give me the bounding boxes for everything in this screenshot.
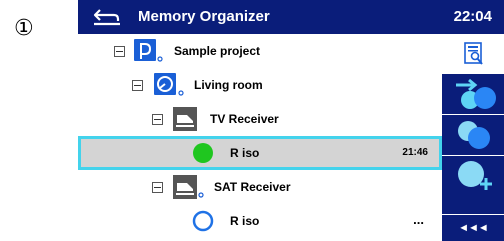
start-test-icon [456, 78, 496, 109]
header-bar: Memory Organizer 22:04 [78, 0, 504, 34]
step-marker: ① [14, 16, 34, 41]
collapse-sidebar-button[interactable]: ◄◄◄ [442, 215, 504, 241]
node-label: Sample project [174, 44, 261, 58]
measurement-time: 21:46 [402, 147, 428, 158]
node-label: R iso [230, 214, 260, 228]
clone-button[interactable] [442, 115, 504, 155]
tree-node-device[interactable]: SAT Receiver [78, 170, 442, 204]
start-test-button[interactable] [442, 74, 504, 114]
tree-node-measurement-selected[interactable]: R iso 21:46 [78, 136, 442, 170]
tree-node-measurement[interactable]: R iso ... [78, 204, 442, 238]
status-empty-icon [192, 210, 214, 232]
view-details-icon [464, 42, 483, 65]
collapse-toggle[interactable] [152, 114, 163, 125]
tree-node-room[interactable]: Living room [78, 68, 442, 102]
collapse-toggle[interactable] [152, 182, 163, 193]
node-label: Living room [194, 78, 263, 92]
clone-icon [458, 121, 490, 149]
collapse-toggle[interactable] [132, 80, 143, 91]
instrument-screen: Memory Organizer 22:04 Sample project Li… [78, 0, 504, 241]
memory-tree: Sample project Living room TV Receiver R… [78, 34, 442, 241]
clock: 22:04 [453, 8, 492, 25]
back-icon[interactable] [92, 6, 122, 28]
node-label: SAT Receiver [214, 180, 291, 194]
add-new-button[interactable] [442, 156, 504, 196]
page-title: Memory Organizer [138, 8, 270, 25]
action-sidebar: ◄◄◄ [442, 34, 504, 241]
more-indicator: ... [413, 212, 424, 227]
tree-node-project[interactable]: Sample project [78, 34, 442, 68]
node-label: R iso [230, 146, 260, 160]
device-icon [173, 107, 197, 131]
tree-node-device[interactable]: TV Receiver [78, 102, 442, 136]
room-icon [154, 73, 184, 96]
collapse-toggle[interactable] [114, 46, 125, 57]
device-icon [173, 175, 204, 199]
status-passed-icon [193, 143, 213, 163]
add-new-icon [458, 161, 492, 190]
node-label: TV Receiver [210, 112, 279, 126]
view-details-button[interactable] [442, 34, 504, 74]
project-icon [134, 39, 163, 62]
